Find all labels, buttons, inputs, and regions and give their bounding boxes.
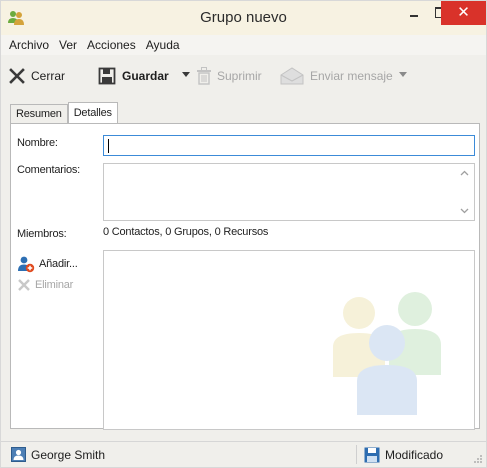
delete-button-label: Suprimir — [217, 69, 262, 83]
trash-icon — [197, 67, 211, 85]
remove-member-label: Eliminar — [35, 279, 74, 291]
members-list[interactable] — [103, 250, 475, 430]
comments-label: Comentarios: — [17, 164, 81, 176]
status-state: Modificado — [364, 447, 443, 463]
members-label: Miembros: — [17, 228, 67, 240]
status-separator — [356, 445, 357, 464]
members-summary: 0 Contactos, 0 Grupos, 0 Recursos — [103, 226, 269, 238]
close-button[interactable]: Cerrar — [9, 65, 65, 87]
name-field[interactable] — [103, 135, 475, 156]
close-x-icon — [9, 68, 25, 84]
floppy-disk-icon — [98, 67, 116, 85]
send-message-label: Enviar mensaje — [310, 69, 393, 83]
save-button[interactable]: Guardar — [98, 65, 169, 87]
status-user-name: George Smith — [31, 447, 106, 462]
details-panel: Nombre: Comentarios: Miembros: 0 Contact… — [10, 123, 480, 430]
remove-x-icon — [18, 279, 30, 291]
add-member-label: Añadir... — [39, 258, 78, 270]
user-card-icon — [11, 447, 26, 462]
name-label: Nombre: — [17, 137, 58, 149]
save-button-label: Guardar — [122, 69, 169, 83]
title-bar[interactable]: Grupo nuevo ✕ — [1, 1, 486, 35]
comments-field[interactable] — [103, 163, 475, 221]
menu-ver[interactable]: Ver — [54, 35, 82, 55]
scroll-up-icon[interactable] — [460, 170, 469, 176]
menu-archivo[interactable]: Archivo — [1, 35, 54, 55]
resize-grip-icon[interactable] — [473, 454, 483, 464]
add-member-button[interactable]: Añadir... — [17, 255, 78, 273]
add-user-icon — [18, 256, 35, 273]
menu-acciones[interactable]: Acciones — [82, 35, 141, 55]
window-close-button[interactable]: ✕ — [441, 1, 486, 25]
tab-detalles[interactable]: Detalles — [67, 102, 118, 123]
tab-resumen[interactable]: Resumen — [10, 104, 68, 123]
people-group-icon — [333, 292, 441, 415]
menu-bar: Archivo Ver Acciones Ayuda — [1, 35, 486, 55]
floppy-disk-icon — [364, 447, 380, 463]
text-cursor — [108, 139, 109, 153]
status-bar: George Smith Modificado — [1, 441, 486, 467]
group-window: Grupo nuevo ✕ Archivo Ver Acciones Ayuda… — [0, 0, 487, 468]
tab-strip: Resumen Detalles — [10, 102, 118, 124]
menu-ayuda[interactable]: Ayuda — [141, 35, 185, 55]
send-options-dropdown[interactable] — [398, 69, 408, 79]
remove-member-button[interactable]: Eliminar — [17, 278, 73, 292]
toolbar: Cerrar Guardar Suprimir Enviar mensaje — [1, 57, 486, 97]
close-button-label: Cerrar — [31, 69, 66, 83]
status-state-label: Modificado — [385, 448, 444, 462]
minimize-button[interactable] — [401, 1, 427, 25]
envelope-icon — [280, 67, 304, 85]
send-message-button[interactable]: Enviar mensaje — [280, 65, 393, 87]
save-options-dropdown[interactable] — [181, 69, 191, 79]
close-icon: ✕ — [457, 4, 470, 21]
status-user: George Smith — [11, 447, 105, 462]
delete-button[interactable]: Suprimir — [197, 65, 262, 87]
scroll-down-icon[interactable] — [460, 208, 469, 214]
